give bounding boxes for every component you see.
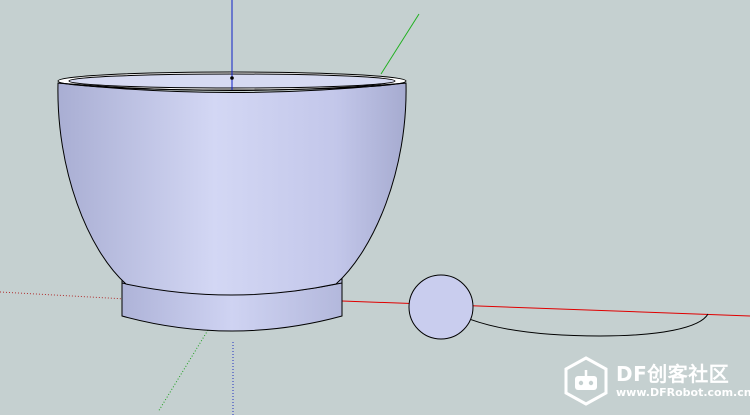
red-axis-hidden xyxy=(0,291,127,300)
watermark-site: www.DFRobot.com.cn xyxy=(616,386,750,399)
circle-path-profile[interactable] xyxy=(408,274,474,340)
robot-logo-icon xyxy=(564,356,608,406)
3d-viewport[interactable]: DF创客社区 www.DFRobot.com.cn xyxy=(0,0,750,415)
green-axis-hidden xyxy=(157,329,209,413)
red-axis xyxy=(341,300,750,317)
model-scene[interactable] xyxy=(0,0,750,415)
origin-point xyxy=(230,76,234,80)
green-axis xyxy=(380,13,420,75)
watermark: DF创客社区 www.DFRobot.com.cn xyxy=(562,354,750,412)
watermark-brand: DF创客社区 xyxy=(616,362,730,386)
bowl-body[interactable] xyxy=(57,82,407,296)
